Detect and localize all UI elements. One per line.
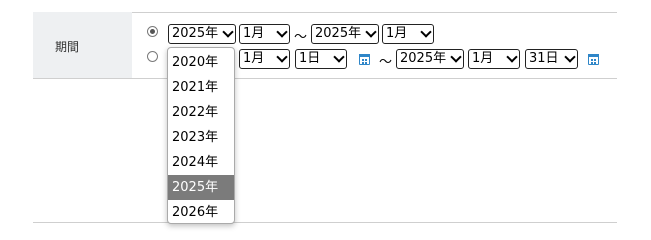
start-day-select[interactable]: 1日 — [295, 49, 347, 69]
range-tilde-2: ～ — [379, 55, 393, 70]
end-month-select[interactable]: 1月 — [382, 24, 434, 44]
year-option[interactable]: 2020年 — [168, 50, 234, 75]
year-option[interactable]: 2022年 — [168, 100, 234, 125]
start-month-select[interactable]: 1月 — [239, 24, 290, 44]
radio-date-range[interactable] — [147, 51, 158, 62]
chevron-down-icon — [420, 26, 432, 38]
end-month-select-2[interactable]: 1月 — [468, 49, 520, 69]
chevron-down-icon — [222, 26, 234, 38]
end-day-select[interactable]: 31日 — [525, 49, 578, 69]
year-dropdown-list: 2020年 2021年 2022年 2023年 2024年 2025年 2026… — [167, 47, 235, 224]
period-label-cell: 期間 — [33, 12, 132, 78]
chevron-down-icon — [506, 51, 518, 63]
chevron-down-icon — [333, 51, 345, 63]
radio-month-range[interactable] — [147, 26, 158, 37]
year-option-selected[interactable]: 2025年 — [168, 175, 234, 200]
chevron-down-icon — [365, 26, 377, 38]
year-option[interactable]: 2024年 — [168, 150, 234, 175]
period-label: 期間 — [55, 40, 80, 54]
footer-divider — [33, 222, 617, 223]
calendar-icon[interactable] — [588, 54, 599, 65]
year-option[interactable]: 2023年 — [168, 125, 234, 150]
end-year-select[interactable]: 2025年 — [311, 24, 379, 44]
chevron-down-icon — [450, 51, 462, 63]
end-year-select-2[interactable]: 2025年 — [396, 49, 464, 69]
chevron-down-icon — [276, 26, 288, 38]
year-option[interactable]: 2026年 — [168, 200, 234, 225]
range-tilde: ～ — [294, 30, 308, 45]
chevron-down-icon — [564, 51, 576, 63]
year-option[interactable]: 2021年 — [168, 75, 234, 100]
chevron-down-icon — [276, 51, 288, 63]
start-month-select-2[interactable]: 1月 — [239, 49, 290, 69]
start-year-select[interactable]: 2025年 — [168, 24, 236, 44]
calendar-icon[interactable] — [359, 54, 370, 65]
bottom-divider — [33, 78, 617, 79]
